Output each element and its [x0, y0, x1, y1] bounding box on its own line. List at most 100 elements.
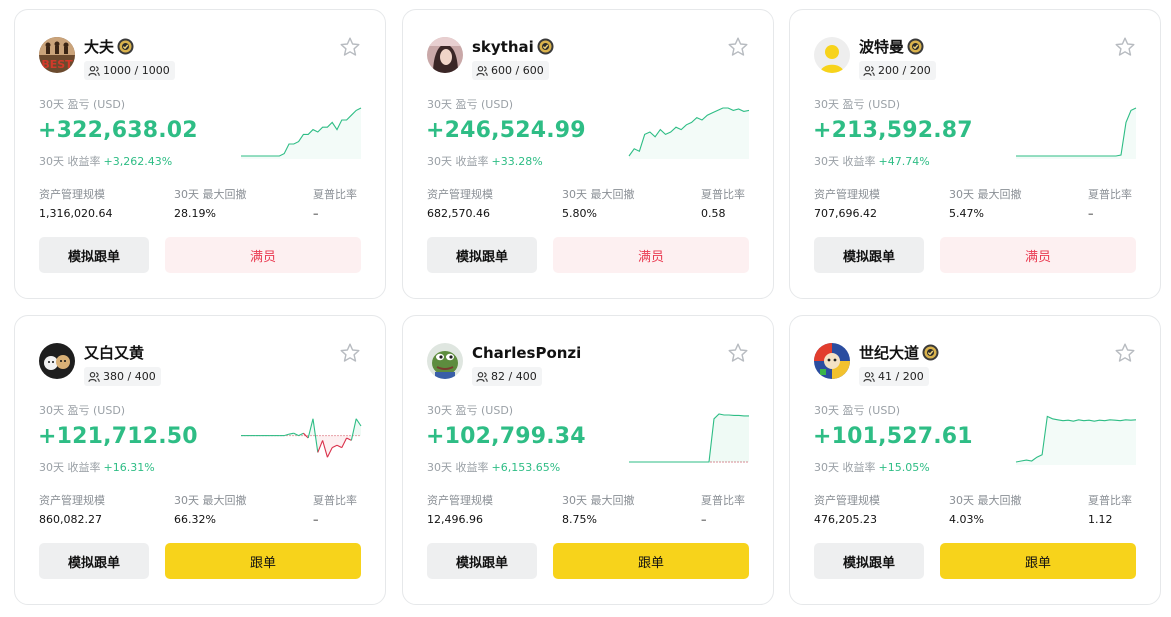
sharpe-value: 1.12: [1088, 513, 1113, 526]
max-drawdown-label: 30天 最大回撤: [562, 494, 635, 507]
aum-value: 1,316,020.64: [39, 207, 113, 220]
frog-avatar[interactable]: [427, 343, 463, 379]
sharpe-label: 夏普比率: [1088, 188, 1132, 201]
pnl-sparkline: [241, 105, 362, 159]
roi-label: 30天 收益率: [814, 155, 876, 168]
pnl-value: +101,527.61: [813, 424, 973, 449]
pnl-label: 30天 盈亏 (USD): [427, 404, 514, 417]
trader-name[interactable]: skythai: [472, 37, 554, 57]
simulate-copy-button[interactable]: 模拟跟单: [814, 543, 924, 579]
sparkline-area: [241, 108, 361, 159]
full-status-button[interactable]: 满员: [940, 237, 1136, 273]
pnl-sparkline: [628, 105, 750, 159]
sharpe-label: 夏普比率: [701, 494, 745, 507]
trader-name-text[interactable]: 波特曼: [859, 38, 904, 56]
pnl-value: +322,638.02: [38, 118, 198, 143]
trader-name[interactable]: CharlesPonzi: [472, 343, 581, 363]
favorite-star-icon[interactable]: [1114, 342, 1136, 364]
trader-name[interactable]: 大夫: [84, 37, 134, 57]
full-status-button[interactable]: 满员: [553, 237, 749, 273]
sharpe-value: 0.58: [701, 207, 726, 220]
verified-badge-icon: [907, 38, 924, 55]
copiers-count-badge: 380 / 400: [84, 367, 161, 386]
simulate-copy-button[interactable]: 模拟跟单: [39, 543, 149, 579]
copiers-count-badge: 41 / 200: [859, 367, 929, 386]
pnl-value: +121,712.50: [38, 424, 198, 449]
aum-value: 12,496.96: [427, 513, 483, 526]
favorite-star-icon[interactable]: [1114, 36, 1136, 58]
sharpe-label: 夏普比率: [701, 188, 745, 201]
favorite-star-icon[interactable]: [339, 36, 361, 58]
sharpe-label: 夏普比率: [313, 494, 357, 507]
pnl-value: +246,524.99: [426, 118, 586, 143]
copiers-count-badge: 200 / 200: [859, 61, 936, 80]
people-icon: [476, 65, 488, 77]
trader-card[interactable]: skythai 600 / 600 30天 盈亏 (USD) +246,524.…: [402, 9, 774, 299]
copiers-count: 380 / 400: [103, 370, 156, 383]
aum-label: 资产管理规模: [814, 188, 880, 201]
simulate-copy-button[interactable]: 模拟跟单: [427, 237, 537, 273]
copiers-count: 82 / 400: [491, 370, 537, 383]
aum-value: 860,082.27: [39, 513, 102, 526]
verified-badge-icon: [922, 344, 939, 361]
sharpe-value: –: [313, 207, 319, 220]
max-drawdown-label: 30天 最大回撤: [174, 188, 247, 201]
favorite-star-icon[interactable]: [727, 36, 749, 58]
aum-label: 资产管理规模: [39, 188, 105, 201]
copiers-count-badge: 1000 / 1000: [84, 61, 175, 80]
roi-value: +47.74%: [878, 155, 930, 168]
aum-label: 资产管理规模: [427, 188, 493, 201]
simulate-copy-button[interactable]: 模拟跟单: [814, 237, 924, 273]
photo-avatar[interactable]: [427, 37, 463, 73]
full-status-button[interactable]: 满员: [165, 237, 361, 273]
pnl-value: +213,592.87: [813, 118, 973, 143]
simulate-copy-button[interactable]: 模拟跟单: [427, 543, 537, 579]
trader-card[interactable]: 又白又黄 380 / 400 30天 盈亏 (USD) +121,712.50 …: [14, 315, 386, 605]
pnl-label: 30天 盈亏 (USD): [814, 98, 901, 111]
trader-name-text[interactable]: 又白又黄: [84, 344, 144, 362]
trader-card[interactable]: 波特曼 200 / 200 30天 盈亏 (USD) +213,592.87 3…: [789, 9, 1161, 299]
trader-name-text[interactable]: 世纪大道: [859, 344, 919, 362]
max-drawdown-label: 30天 最大回撤: [949, 494, 1022, 507]
pnl-sparkline: [241, 411, 362, 465]
copy-trade-button[interactable]: 跟单: [940, 543, 1136, 579]
trader-name[interactable]: 又白又黄: [84, 343, 144, 363]
trader-name[interactable]: 波特曼: [859, 37, 924, 57]
max-drawdown-value: 5.80%: [562, 207, 597, 220]
trader-name-text[interactable]: 大夫: [84, 38, 114, 56]
copiers-count: 41 / 200: [878, 370, 924, 383]
aum-label: 资产管理规模: [814, 494, 880, 507]
people-icon: [88, 65, 100, 77]
roi-row: 30天 收益率 +6,153.65%: [427, 459, 560, 475]
max-drawdown-value: 5.47%: [949, 207, 984, 220]
roi-label: 30天 收益率: [39, 155, 101, 168]
favorite-star-icon[interactable]: [339, 342, 361, 364]
favorite-star-icon[interactable]: [727, 342, 749, 364]
people-icon: [863, 65, 875, 77]
trader-card[interactable]: 世纪大道 41 / 200 30天 盈亏 (USD) +101,527.61 3…: [789, 315, 1161, 605]
dogs-avatar[interactable]: [39, 343, 75, 379]
pnl-sparkline: [1016, 105, 1137, 159]
copy-trade-button[interactable]: 跟单: [165, 543, 361, 579]
roi-row: 30天 收益率 +47.74%: [814, 153, 930, 169]
max-drawdown-label: 30天 最大回撤: [949, 188, 1022, 201]
trader-name-text[interactable]: skythai: [472, 38, 534, 56]
trader-card[interactable]: CharlesPonzi 82 / 400 30天 盈亏 (USD) +102,…: [402, 315, 774, 605]
copy-trade-button[interactable]: 跟单: [553, 543, 749, 579]
roi-value: +3,262.43%: [103, 155, 173, 168]
copiers-count-badge: 600 / 600: [472, 61, 549, 80]
people-icon: [88, 371, 100, 383]
sharpe-label: 夏普比率: [1088, 494, 1132, 507]
trader-name-text[interactable]: CharlesPonzi: [472, 344, 581, 362]
trader-name[interactable]: 世纪大道: [859, 343, 939, 363]
roi-row: 30天 收益率 +16.31%: [39, 459, 155, 475]
game-art-avatar[interactable]: [814, 343, 850, 379]
max-drawdown-label: 30天 最大回撤: [174, 494, 247, 507]
roi-label: 30天 收益率: [427, 461, 489, 474]
sharpe-value: –: [701, 513, 707, 526]
yellow-default-avatar[interactable]: [814, 37, 850, 73]
trader-card[interactable]: BEST 大夫 1000 / 1000 30天 盈亏 (USD) +322,63…: [14, 9, 386, 299]
best-logo-avatar[interactable]: BEST: [39, 37, 75, 73]
simulate-copy-button[interactable]: 模拟跟单: [39, 237, 149, 273]
roi-value: +16.31%: [103, 461, 155, 474]
